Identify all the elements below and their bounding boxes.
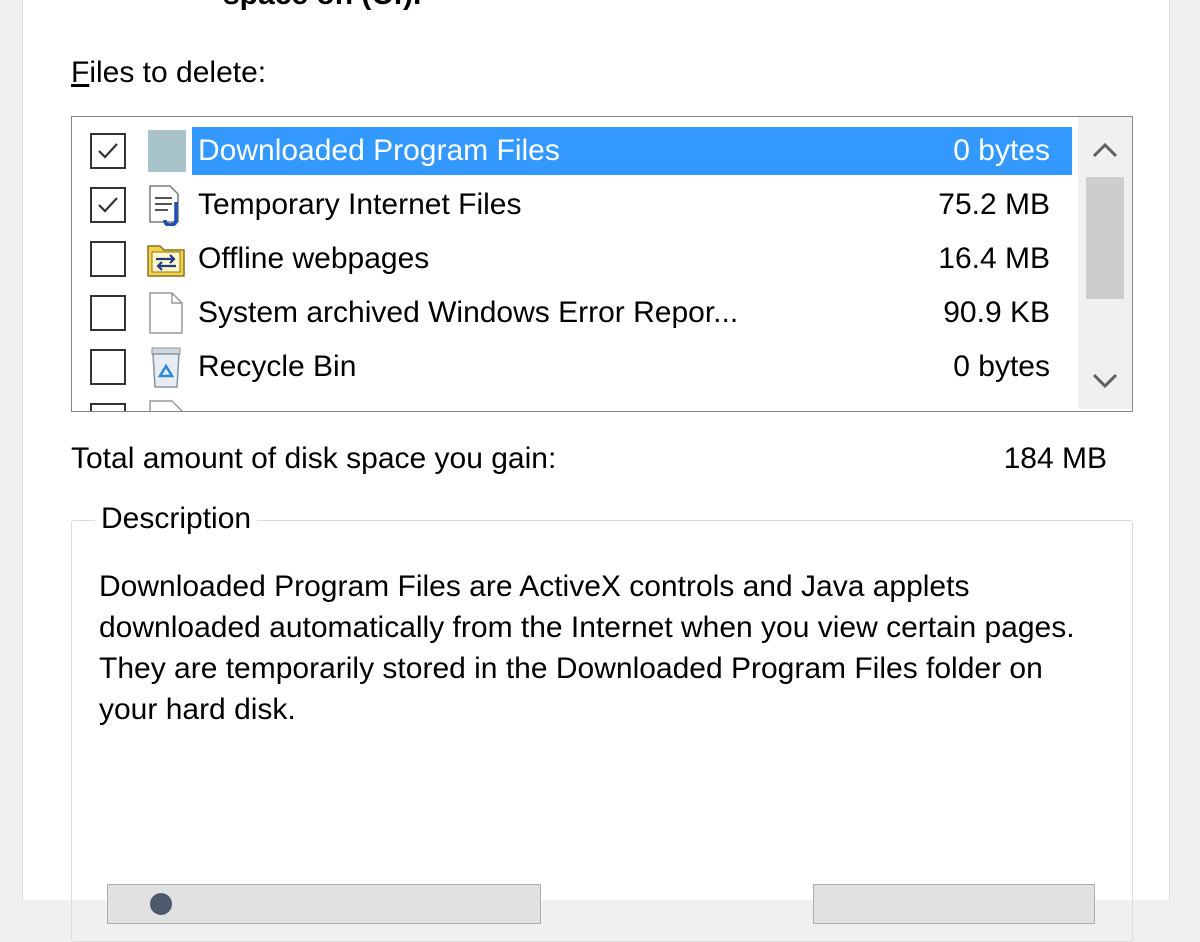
- total-space-label: Total amount of disk space you gain:: [71, 442, 557, 475]
- item-size: 90.9 KB: [943, 296, 1050, 329]
- shield-icon: [150, 893, 172, 915]
- files-label-rest: iles to delete:: [89, 56, 267, 89]
- item-checkbox[interactable]: [90, 295, 126, 331]
- item-label: System archived Windows Error Repor... 9…: [192, 289, 1072, 337]
- item-label: Recycle Bin 0 bytes: [192, 343, 1072, 391]
- checkmark-icon: [98, 143, 118, 159]
- item-checkbox[interactable]: [90, 187, 126, 223]
- item-size: 75.2 MB: [938, 188, 1050, 221]
- scroll-up-button[interactable]: [1078, 123, 1132, 177]
- files-label-accesskey: F: [71, 56, 90, 89]
- scroll-down-button[interactable]: [1078, 353, 1132, 407]
- list-item[interactable]: System archived Windows Error Repor... 9…: [72, 286, 1072, 340]
- document-icon: [146, 184, 186, 227]
- offline-folder-icon: [146, 238, 186, 280]
- item-name: Recycle Bin: [198, 350, 357, 383]
- view-files-button[interactable]: [813, 884, 1095, 924]
- description-title: Description: [95, 502, 258, 536]
- item-checkbox[interactable]: [90, 241, 126, 277]
- item-checkbox[interactable]: [90, 349, 126, 385]
- item-size: 0 bytes: [953, 350, 1050, 383]
- list-item[interactable]: Offline webpages 16.4 MB: [72, 232, 1072, 286]
- item-size: 0 bytes: [953, 134, 1050, 167]
- item-label: Temporary Internet Files 75.2 MB: [192, 181, 1072, 229]
- checkmark-icon: [98, 197, 118, 213]
- total-space-value: 184 MB: [1003, 442, 1107, 475]
- folder-icon: [146, 130, 186, 172]
- list-item[interactable]: Recycle Bin 0 bytes: [72, 340, 1072, 394]
- list-scrollbar[interactable]: [1078, 117, 1132, 409]
- blank-file-icon: [146, 400, 186, 411]
- item-label: Offline webpages 16.4 MB: [192, 235, 1072, 283]
- item-size: 16.4 MB: [938, 242, 1050, 275]
- recycle-bin-icon: [146, 346, 186, 388]
- chevron-down-icon: [1092, 373, 1118, 389]
- item-name: Offline webpages: [198, 242, 430, 275]
- item-checkbox[interactable]: [90, 133, 126, 169]
- item-selection: Downloaded Program Files 0 bytes: [192, 127, 1072, 175]
- disk-cleanup-dialog: space on (C:). Files to delete: Download…: [22, 0, 1170, 942]
- item-name: System archived Windows Error Repor...: [198, 296, 739, 329]
- scroll-thumb[interactable]: [1086, 177, 1124, 299]
- list-item[interactable]: Temporary Internet Files 75.2 MB: [72, 178, 1072, 232]
- clean-up-system-files-button[interactable]: [107, 884, 541, 924]
- item-name: Temporary Internet Files: [198, 188, 522, 221]
- files-to-delete-label: Files to delete:: [71, 56, 266, 90]
- list-item[interactable]: Downloaded Program Files 0 bytes: [72, 124, 1072, 178]
- item-checkbox[interactable]: [90, 403, 126, 411]
- description-text: Downloaded Program Files are ActiveX con…: [99, 570, 1075, 726]
- list-item-partial[interactable]: [72, 394, 1072, 411]
- item-name: Downloaded Program Files: [198, 134, 560, 167]
- files-to-delete-list[interactable]: Downloaded Program Files 0 bytes Tempora…: [71, 116, 1133, 412]
- header-cut-text: space on (C:).: [223, 0, 421, 12]
- chevron-up-icon: [1092, 142, 1118, 158]
- blank-file-icon: [146, 292, 186, 334]
